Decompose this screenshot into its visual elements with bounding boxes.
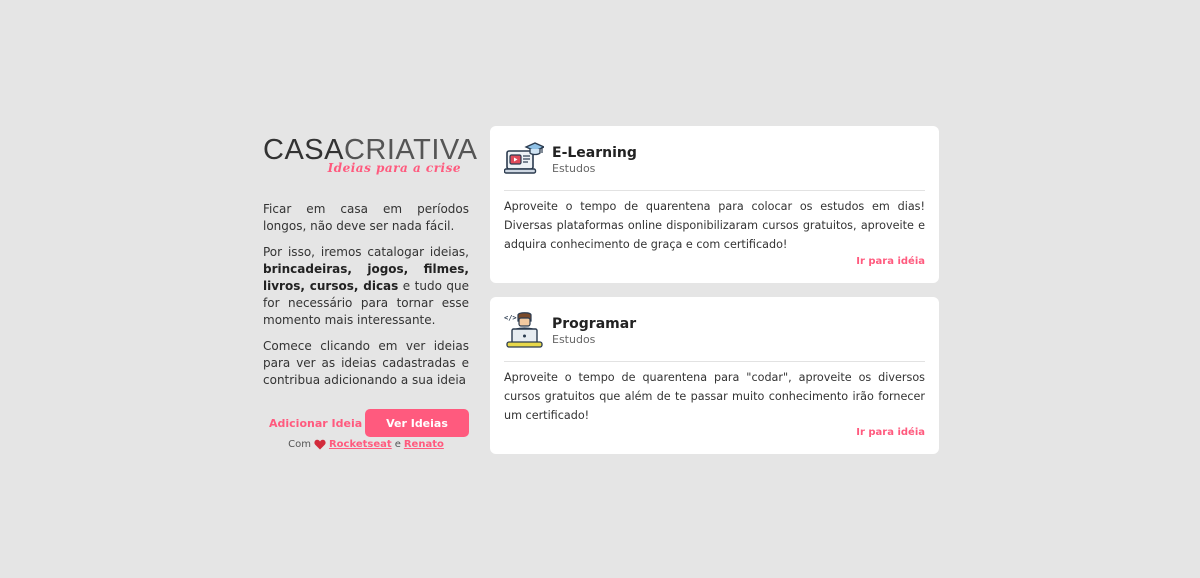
go-to-idea-link[interactable]: Ir para idéia bbox=[856, 256, 925, 267]
card-divider bbox=[504, 361, 925, 362]
card-divider bbox=[504, 190, 925, 191]
card-category: Estudos bbox=[552, 161, 596, 175]
add-idea-link[interactable]: Adicionar Ideia bbox=[263, 417, 362, 430]
intro-paragraph-3: Comece clicando em ver ideias para ver a… bbox=[263, 339, 469, 387]
card-category: Estudos bbox=[552, 332, 596, 346]
ideas-list: E-Learning Estudos Aproveite o tempo de … bbox=[490, 126, 939, 468]
intro-text: Ficar em casa em períodos longos, não de… bbox=[263, 201, 469, 389]
sidebar: CASACRIATIVA Ideias para a crise Ficar e… bbox=[263, 135, 477, 450]
intro-paragraph-2: Por isso, iremos catalogar ideias, brinc… bbox=[263, 244, 469, 329]
card-heading: Programar Estudos bbox=[552, 316, 636, 347]
intro-paragraph-1: Ficar em casa em períodos longos, não de… bbox=[263, 202, 469, 233]
idea-card: </> Programar Estudos Aproveite o tempo … bbox=[490, 297, 939, 454]
card-title: Programar bbox=[552, 315, 637, 332]
credits-author-rocketseat[interactable]: Rocketseat bbox=[329, 439, 392, 450]
card-description: Aproveite o tempo de quarentena para col… bbox=[504, 200, 925, 251]
card-title: E-Learning bbox=[552, 144, 637, 161]
svg-text:</>: </> bbox=[504, 314, 517, 322]
card-description: Aproveite o tempo de quarentena para "co… bbox=[504, 371, 925, 422]
actions: Adicionar Ideia Ver Ideias bbox=[263, 409, 469, 437]
credits: Com Rocketseat e Renato bbox=[263, 439, 469, 450]
card-heading: E-Learning Estudos bbox=[552, 145, 637, 176]
heart-icon bbox=[314, 439, 326, 450]
card-header: </> Programar Estudos bbox=[504, 311, 925, 351]
card-header: E-Learning Estudos bbox=[503, 140, 925, 180]
programmer-icon: </> bbox=[504, 311, 544, 351]
e-learning-icon bbox=[503, 140, 546, 180]
idea-card: E-Learning Estudos Aproveite o tempo de … bbox=[490, 126, 939, 283]
intro-p2-start: Por isso, iremos catalogar ideias, bbox=[263, 245, 469, 259]
credits-joiner: e bbox=[394, 439, 401, 450]
credits-prefix: Com bbox=[288, 439, 311, 450]
logo[interactable]: CASACRIATIVA Ideias para a crise bbox=[263, 135, 477, 175]
go-to-idea-link[interactable]: Ir para idéia bbox=[856, 427, 925, 438]
credits-author-renato[interactable]: Renato bbox=[404, 439, 444, 450]
view-ideas-button[interactable]: Ver Ideias bbox=[365, 409, 469, 437]
